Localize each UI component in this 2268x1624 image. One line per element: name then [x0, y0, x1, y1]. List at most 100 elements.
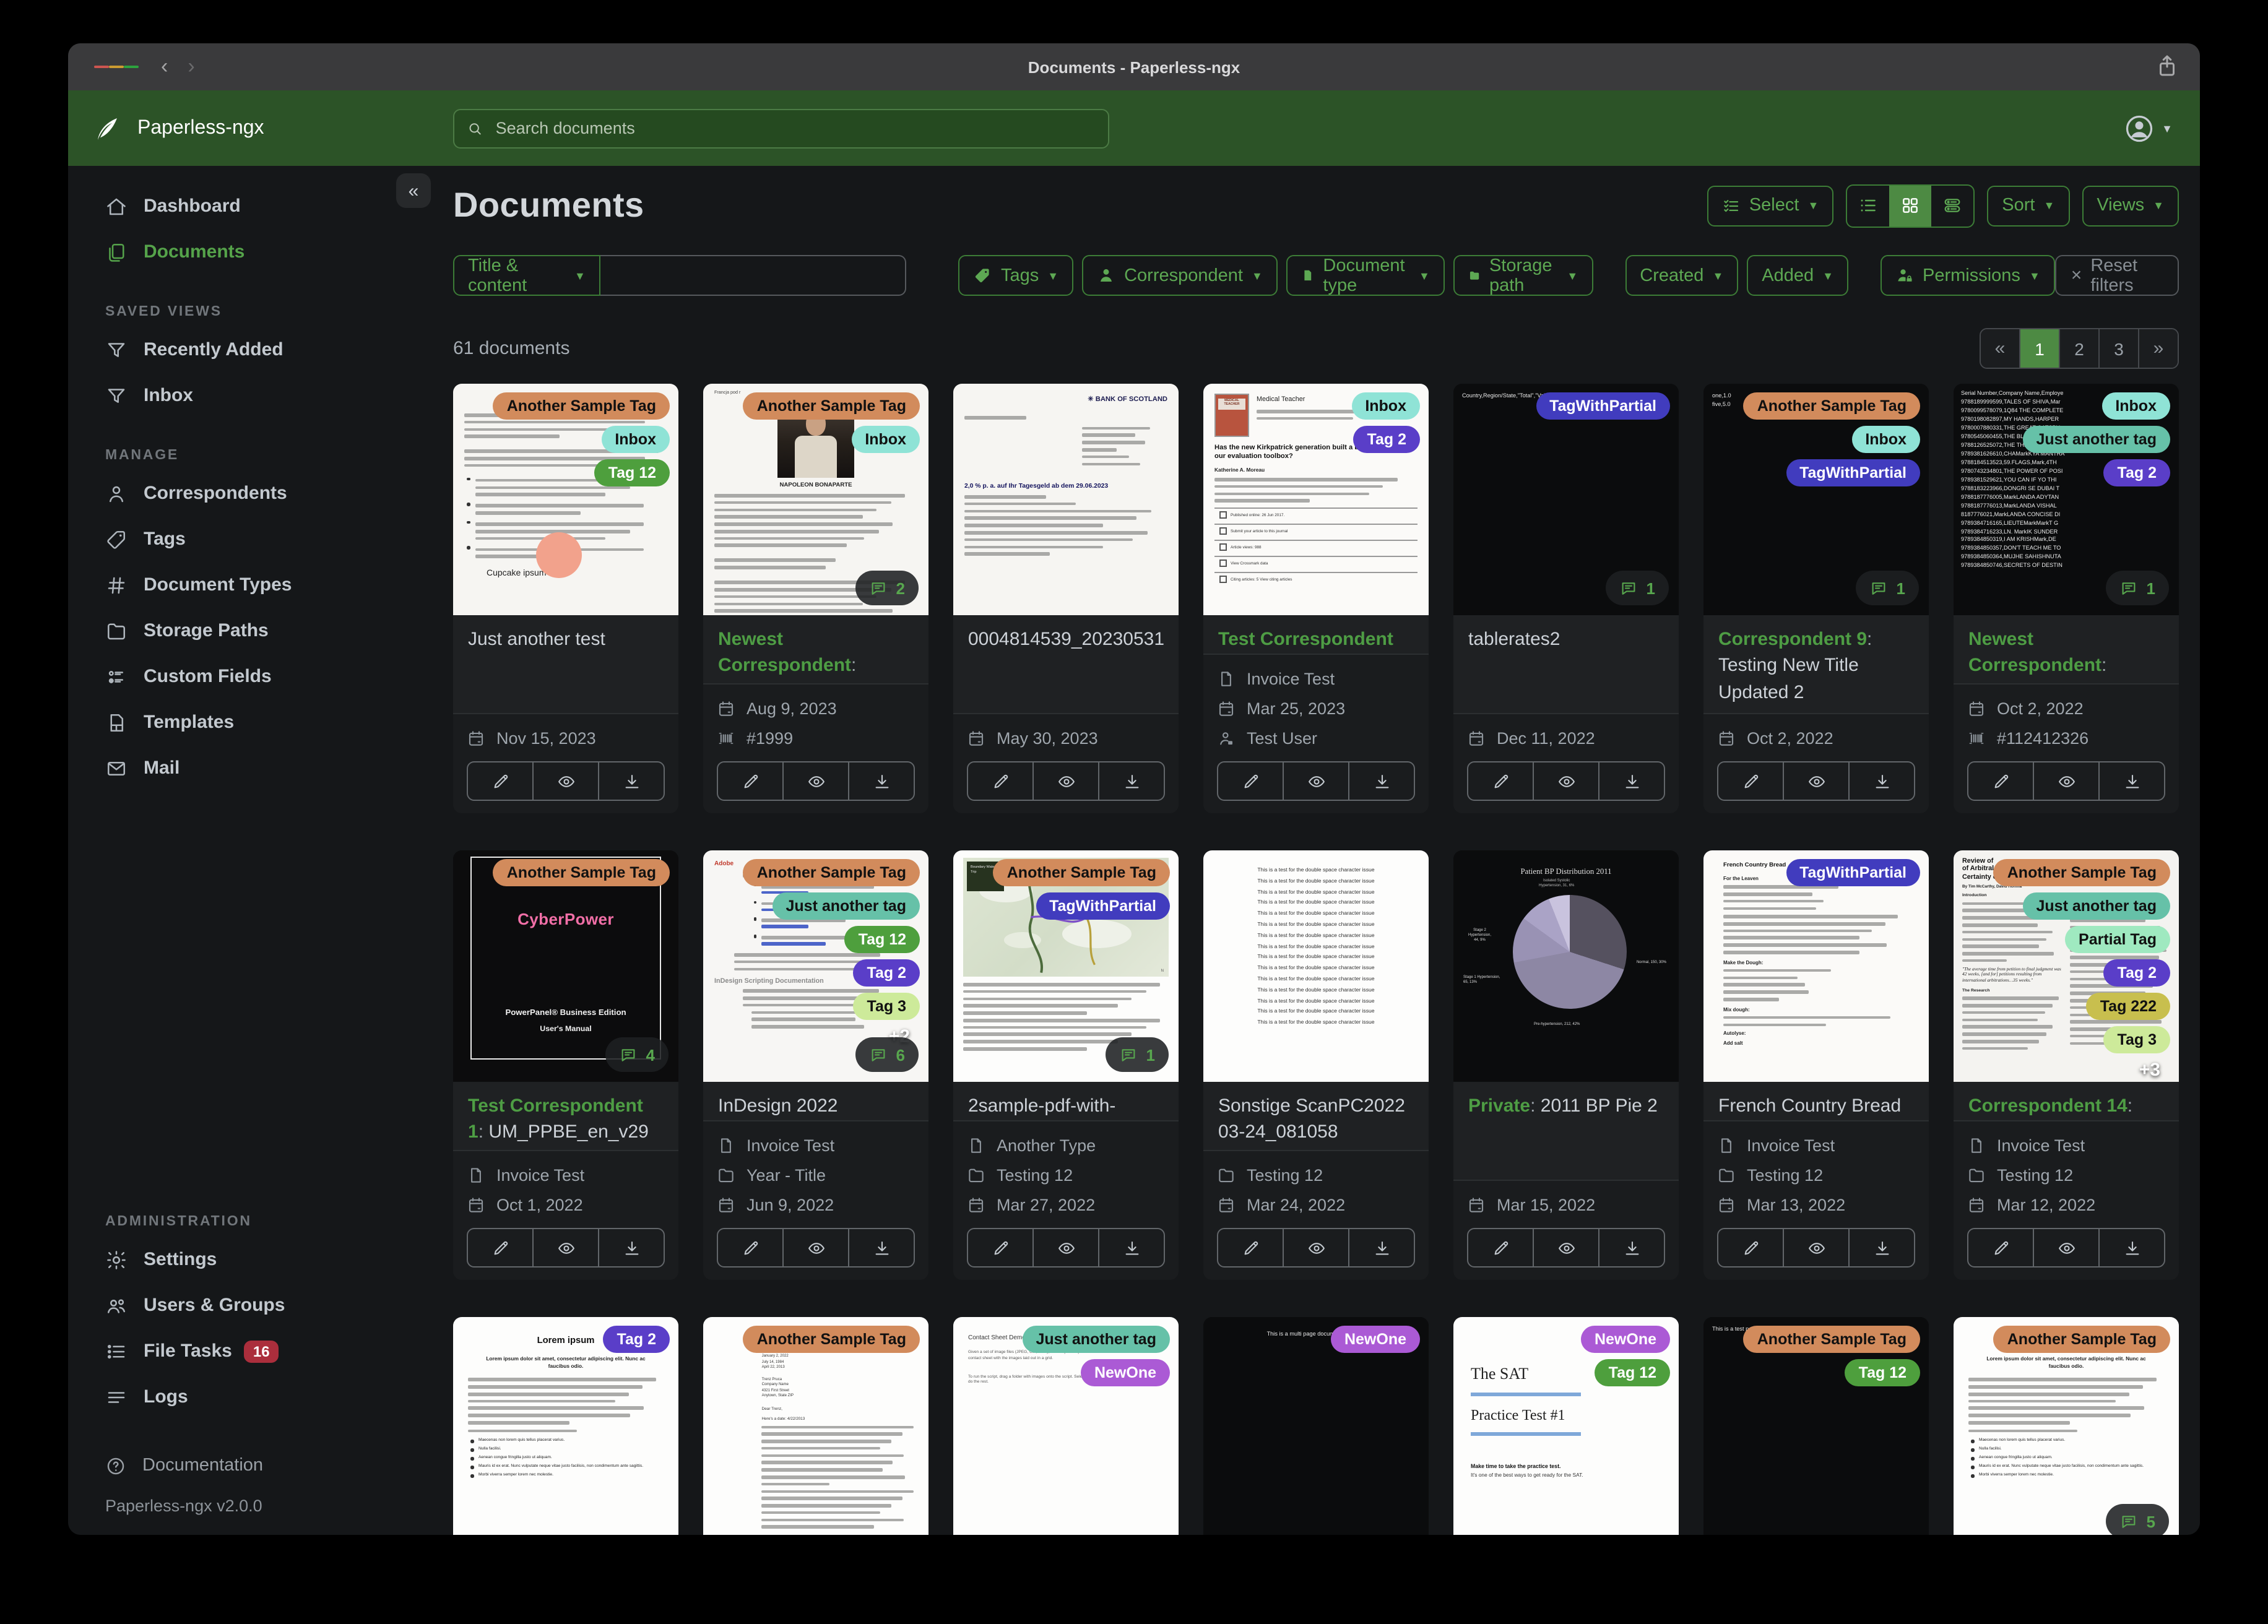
tag-pill[interactable]: Tag 2: [2103, 459, 2170, 486]
document-title[interactable]: Test Correspondent 1: [paperless] test p…: [1203, 615, 1429, 654]
download-document-button[interactable]: [1099, 1229, 1164, 1266]
sidebar-item-file-tasks[interactable]: File Tasks 16: [68, 1328, 433, 1374]
sidebar-item-users-groups[interactable]: Users & Groups: [68, 1282, 433, 1328]
tag-pill[interactable]: TagWithPartial: [1536, 392, 1670, 420]
download-document-button[interactable]: [849, 762, 914, 800]
sidebar-item-correspondents[interactable]: Correspondents: [68, 470, 433, 516]
tag-pill[interactable]: Inbox: [851, 426, 920, 453]
tag-pill[interactable]: TagWithPartial: [1786, 459, 1920, 486]
edit-document-button[interactable]: [718, 1229, 784, 1266]
document-correspondent[interactable]: Correspondent 9: [1718, 629, 1867, 650]
edit-document-button[interactable]: [468, 762, 534, 800]
tag-pill[interactable]: Tag 222: [2086, 993, 2170, 1020]
filter-permissions-button[interactable]: Permissions ▼: [1881, 255, 2055, 296]
comment-count[interactable]: 6: [855, 1037, 919, 1072]
tag-pill[interactable]: Just another tag: [1022, 1326, 1170, 1353]
comment-count[interactable]: 2: [855, 571, 919, 605]
comment-count[interactable]: 5: [2105, 1504, 2169, 1535]
sidebar-item-mail[interactable]: Mail: [68, 745, 433, 791]
document-correspondent[interactable]: Private: [1468, 1095, 1530, 1116]
download-document-button[interactable]: [1850, 762, 1914, 800]
edit-document-button[interactable]: [1968, 762, 2034, 800]
view-document-button[interactable]: [784, 1229, 849, 1266]
edit-document-button[interactable]: [718, 762, 784, 800]
brand[interactable]: Paperless-ngx: [93, 113, 452, 143]
view-document-button[interactable]: [534, 1229, 599, 1266]
document-thumbnail[interactable]: CyberPower PowerPanel® Business Edition Us…: [453, 850, 678, 1082]
view-document-button[interactable]: [1284, 1229, 1349, 1266]
document-thumbnail[interactable]: Adobe InDesign Scripting Documentation Ano…: [703, 850, 928, 1082]
tag-pill[interactable]: TagWithPartial: [1036, 892, 1170, 920]
view-document-button[interactable]: [2034, 1229, 2100, 1266]
document-thumbnail[interactable]: Country,Region/State,"Total","Val TagWith…: [1453, 384, 1679, 615]
sidebar-item-storage-paths[interactable]: Storage Paths: [68, 608, 433, 654]
sidebar-item-custom-fields[interactable]: Custom Fields: [68, 654, 433, 699]
document-thumbnail[interactable]: Contact Sheet Demo Given a set of image f…: [953, 1317, 1179, 1535]
tag-pill[interactable]: Partial Tag: [2065, 926, 2170, 953]
select-button[interactable]: Select ▼: [1707, 185, 1834, 226]
tag-pill[interactable]: Tag 2: [853, 959, 920, 987]
tag-pill[interactable]: Just another tag: [772, 892, 920, 920]
document-title[interactable]: Sonstige ScanPC2022 03-24_081058: [1203, 1082, 1429, 1150]
document-correspondent[interactable]: Test Correspondent 1: [1218, 629, 1393, 654]
document-thumbnail[interactable]: This is a test page document. Page 1.Ano…: [1703, 1317, 1929, 1535]
document-title[interactable]: Just another test: [453, 615, 678, 713]
filter-created-button[interactable]: Created ▼: [1625, 255, 1739, 296]
document-title[interactable]: Newest Correspondent: Sample100.csv: [1954, 615, 2179, 683]
view-document-button[interactable]: [2034, 762, 2100, 800]
sidebar-item-logs[interactable]: Logs: [68, 1374, 433, 1420]
download-document-button[interactable]: [2100, 762, 2164, 800]
download-document-button[interactable]: [2100, 1229, 2164, 1266]
tag-pill[interactable]: Another Sample Tag: [743, 392, 920, 420]
tag-pill[interactable]: NewOne: [1080, 1359, 1170, 1386]
document-thumbnail[interactable]: This is a test for the double space char…: [1203, 850, 1429, 1082]
filter-storage-path-button[interactable]: Storage path ▼: [1453, 255, 1593, 296]
document-thumbnail[interactable]: This is a multi page document. Page 1. Ne…: [1203, 1317, 1429, 1535]
document-title[interactable]: 0004814539_20230531: [953, 615, 1179, 713]
tag-pill[interactable]: Tag 2: [603, 1326, 670, 1353]
document-thumbnail[interactable]: ✳ BANK OF SCOTLAND 2,0 % p. a. auf Ihr Ta…: [953, 384, 1179, 615]
sidebar-item-inbox[interactable]: Inbox: [68, 373, 433, 418]
comment-count[interactable]: 1: [2105, 571, 2169, 605]
sidebar-item-dashboard[interactable]: Dashboard: [68, 183, 433, 229]
edit-document-button[interactable]: [968, 762, 1034, 800]
page-2-button[interactable]: 2: [2060, 329, 2100, 368]
download-document-button[interactable]: [1599, 762, 1664, 800]
document-correspondent[interactable]: Newest Correspondent: [1968, 629, 2101, 676]
document-thumbnail[interactable]: Lorem ipsumLorem ipsum dolor sit amet, c…: [453, 1317, 678, 1535]
edit-document-button[interactable]: [468, 1229, 534, 1266]
search-input[interactable]: [493, 118, 1096, 139]
sidebar-item-tags[interactable]: Tags: [68, 516, 433, 562]
document-title[interactable]: Private: 2011 BP Pie 2: [1453, 1082, 1679, 1180]
document-thumbnail[interactable]: The SAT Practice Test #1 Make time to take…: [1453, 1317, 1679, 1535]
edit-document-button[interactable]: [1718, 762, 1784, 800]
sidebar-item-document-types[interactable]: Document Types: [68, 562, 433, 608]
edit-document-button[interactable]: [1218, 1229, 1284, 1266]
view-document-button[interactable]: [1034, 762, 1099, 800]
tag-pill[interactable]: Another Sample Tag: [1743, 392, 1920, 420]
tag-pill[interactable]: Inbox: [1851, 426, 1920, 453]
comment-count[interactable]: 4: [605, 1037, 669, 1072]
edit-document-button[interactable]: [1718, 1229, 1784, 1266]
view-document-button[interactable]: [1534, 1229, 1599, 1266]
tag-pill[interactable]: NewOne: [1330, 1326, 1420, 1353]
document-thumbnail[interactable]: Test Name123-456-7890January 2, 2022July…: [703, 1317, 928, 1535]
document-title[interactable]: Correspondent 14: Review-of-New-York-Fed…: [1954, 1082, 2179, 1120]
view-document-button[interactable]: [1534, 762, 1599, 800]
sidebar-item-templates[interactable]: Templates: [68, 699, 433, 745]
edit-document-button[interactable]: [1218, 762, 1284, 800]
document-thumbnail[interactable]: Serial Number,Company Name,Employe 978818…: [1954, 384, 2179, 615]
edit-document-button[interactable]: [1968, 1229, 2034, 1266]
page-»-button[interactable]: »: [2139, 329, 2178, 368]
view-grid-button[interactable]: [1889, 185, 1932, 226]
tag-pill[interactable]: Tag 2: [2103, 959, 2170, 987]
document-thumbnail[interactable]: Review of of Arbitral Certainty of Award By…: [1954, 850, 2179, 1082]
tag-pill[interactable]: Inbox: [1351, 392, 1420, 420]
document-correspondent[interactable]: Correspondent 14: [1968, 1095, 2127, 1116]
sidebar-item-recently-added[interactable]: Recently Added: [68, 327, 433, 373]
tag-pill[interactable]: Another Sample Tag: [493, 859, 670, 886]
sidebar-collapse-button[interactable]: «: [396, 173, 431, 208]
document-title[interactable]: Test Correspondent 1: UM_PPBE_en_v29: [453, 1082, 678, 1150]
view-document-button[interactable]: [1784, 762, 1850, 800]
sort-button[interactable]: Sort ▼: [1987, 185, 2070, 226]
